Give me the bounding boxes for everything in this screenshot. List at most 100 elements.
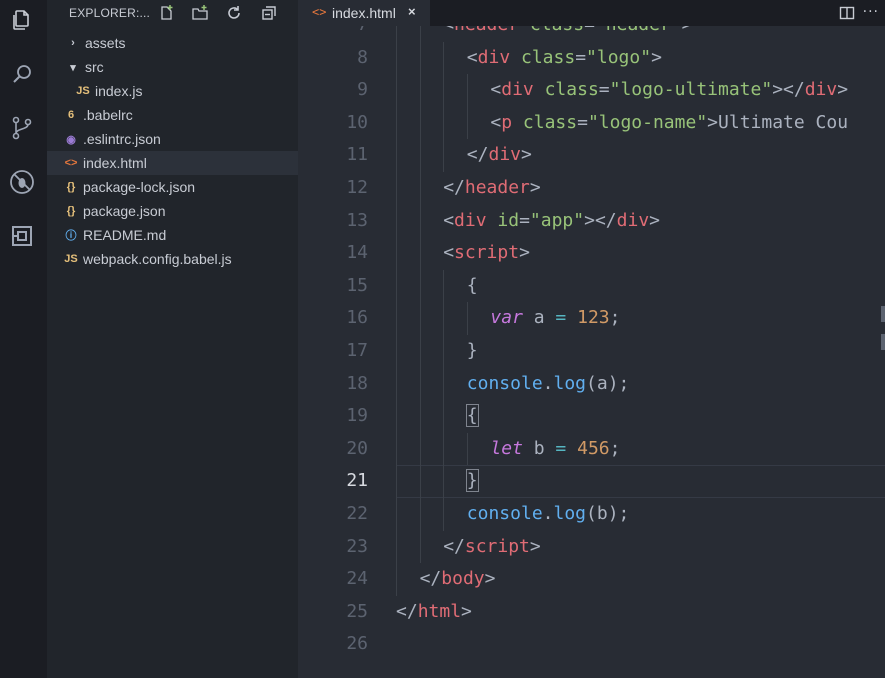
tree-item[interactable]: {} package-lock.json xyxy=(47,175,298,199)
tree-item[interactable]: › assets xyxy=(47,31,298,55)
code-token: div xyxy=(616,209,650,231)
source-control-icon[interactable] xyxy=(8,114,36,142)
tab-index-html[interactable]: <> index.html × xyxy=(298,0,430,26)
code-token: header xyxy=(464,177,530,198)
refresh-icon[interactable] xyxy=(225,4,243,22)
code-token: > xyxy=(682,26,693,35)
indent-guide xyxy=(419,269,421,303)
line-number: 17 xyxy=(346,340,368,361)
line-number: 15 xyxy=(346,274,368,296)
code-token: > xyxy=(584,209,595,231)
code-line: </div> xyxy=(467,139,532,172)
code-line: <script> xyxy=(443,237,530,270)
js-file-icon: JS xyxy=(76,85,90,97)
code-line: </header> xyxy=(443,172,541,205)
indent-guide xyxy=(443,432,445,466)
code-token: = xyxy=(598,79,610,101)
search-icon[interactable] xyxy=(8,60,36,88)
tree-item[interactable]: <> index.html xyxy=(47,151,298,175)
indent-guide xyxy=(419,106,421,140)
eslint-file-icon: ◉ xyxy=(66,133,76,146)
code-token: </ xyxy=(443,535,465,557)
line-number: 18 xyxy=(346,372,368,394)
indent-guide xyxy=(396,139,397,172)
new-file-icon[interactable] xyxy=(157,4,175,22)
indent-guide xyxy=(443,465,445,498)
line-number: 19 xyxy=(346,405,368,427)
debug-icon[interactable] xyxy=(8,168,36,196)
code-token: class xyxy=(544,79,599,101)
indent-guide xyxy=(443,367,445,401)
scrollbar-marker xyxy=(881,334,885,350)
code-token: 456 xyxy=(577,437,610,459)
code-token: } xyxy=(466,340,478,361)
split-editor-icon[interactable] xyxy=(839,5,855,21)
extensions-icon[interactable] xyxy=(8,222,36,250)
line-number: 8 xyxy=(357,46,368,68)
line-number: 20 xyxy=(346,437,368,459)
code-line: { xyxy=(465,400,479,433)
tree-item[interactable]: JS webpack.config.babel.js xyxy=(47,247,298,271)
code-token: "logo" xyxy=(586,46,652,68)
line-number: 26 xyxy=(346,633,368,655)
collapse-icon[interactable] xyxy=(260,4,278,22)
tree-item[interactable]: ⓘ README.md xyxy=(47,223,298,247)
code-token: > xyxy=(521,144,532,166)
code-token: "logo-name" xyxy=(587,111,708,133)
tree-item-label: .eslintrc.json xyxy=(83,131,161,147)
files-icon[interactable] xyxy=(8,6,36,34)
line-number: 21 xyxy=(346,470,368,492)
indent-guide xyxy=(419,26,421,42)
close-icon[interactable]: × xyxy=(408,4,416,19)
indent-guide xyxy=(396,498,397,531)
indent-guide xyxy=(466,302,468,335)
code-token: = xyxy=(555,307,567,329)
tab-bar: <> index.html × ··· xyxy=(298,0,885,26)
tree-item-label: README.md xyxy=(83,227,167,243)
new-folder-icon[interactable] xyxy=(191,4,209,22)
code-token: b xyxy=(596,503,608,524)
indent-guide xyxy=(466,106,468,140)
indent-guide xyxy=(419,237,421,270)
code-token: </ xyxy=(783,79,805,101)
tree-item-label: webpack.config.babel.js xyxy=(83,251,232,267)
code-token: ( xyxy=(586,372,597,394)
code-token: "logo-ultimate" xyxy=(609,79,773,101)
chevron-right-icon: › xyxy=(71,37,75,49)
code-token: ); xyxy=(607,503,630,524)
indent-guide xyxy=(419,41,421,75)
tab-label: index.html xyxy=(332,5,396,21)
tree-item[interactable]: 6 .babelrc xyxy=(47,103,298,127)
code-token: class xyxy=(521,46,576,68)
tree-item-label: index.js xyxy=(95,83,143,99)
code-token: = xyxy=(575,46,587,68)
code-line: </body> xyxy=(420,563,496,596)
code-token: { xyxy=(466,274,478,296)
more-actions-icon[interactable]: ··· xyxy=(863,4,879,20)
indent-guide xyxy=(419,498,421,531)
editor-scrollbar[interactable] xyxy=(881,26,885,678)
code-token: < xyxy=(466,46,478,68)
indent-guide xyxy=(396,172,397,205)
indent-guide xyxy=(419,335,421,368)
tree-item[interactable]: ◉ .eslintrc.json xyxy=(47,127,298,151)
indent-guide xyxy=(396,432,397,466)
tree-item[interactable]: JS index.js xyxy=(47,79,298,103)
code-token: 123 xyxy=(577,307,610,329)
tree-item[interactable]: {} package.json xyxy=(47,199,298,223)
tree-item[interactable]: ▾ src xyxy=(47,55,298,79)
line-number: 11 xyxy=(346,144,368,166)
code-token: < xyxy=(490,111,502,133)
indent-guide xyxy=(396,400,397,433)
code-token: > xyxy=(529,177,541,198)
code-token: class xyxy=(522,111,578,133)
code-token: > xyxy=(649,209,660,231)
code-token: var xyxy=(490,307,523,329)
code-editor[interactable]: 7891011121314151617181920212223242526 <h… xyxy=(298,26,885,678)
indent-guide xyxy=(396,302,397,335)
code-line: { xyxy=(467,270,478,303)
line-number: 25 xyxy=(346,600,368,622)
